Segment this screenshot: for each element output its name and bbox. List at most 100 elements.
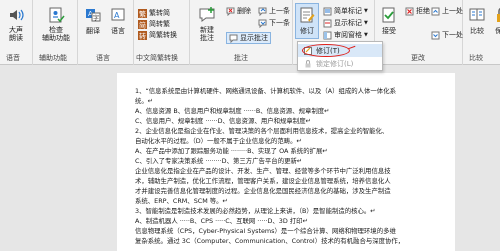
compare-group: 比较 保护 比较 [463, 0, 500, 65]
chevron-down-icon: ▼ [364, 32, 368, 38]
next-comment-button[interactable]: 下一条 [258, 18, 290, 28]
review-pane-button[interactable]: 审阅窗格 ▼ [323, 30, 368, 40]
lock-icon [305, 59, 311, 67]
next-change-label: 下一处 [442, 31, 463, 39]
to-simplified-label: 简转繁 [149, 20, 170, 28]
speaker-icon [10, 9, 24, 21]
next-comment-label: 下一条 [269, 19, 290, 27]
reject-icon [405, 7, 414, 15]
new-comment-label: 新建 批注 [200, 26, 214, 42]
speech-group-label: 语音 [6, 54, 20, 62]
track-changes-button[interactable]: 修订 [295, 3, 319, 39]
chinese-conversion-group: 繁 繁转简 简 简转繁 转 简繁转换 中文简繁转换 [134, 0, 190, 65]
doc-line: 信息物理系统（CPS，Cyber-Physical Systems）是一个综合计… [135, 227, 396, 235]
chevron-down-icon: ▼ [364, 8, 368, 14]
previous-comment-button[interactable]: 上一条 [258, 6, 290, 16]
doc-line: 2、企业信息化是指企业在作业、管理决策的各个层面利用信息技术，提高企业的智能化、 [135, 127, 389, 135]
language-button[interactable]: A 语言 [106, 6, 130, 36]
accessibility-check-icon [49, 7, 65, 23]
show-comments-icon [229, 34, 238, 43]
svg-text:简: 简 [139, 20, 146, 29]
doc-line: A、信息资源 B、信息用户和规章制度 ······B、信息资源、规章制度↵ [135, 107, 330, 115]
doc-line: 3、智能制造是制造技术发展的必然趋势，从理论上来讲，（B）是智能制造的核心。↵ [135, 207, 376, 215]
new-comment-button[interactable]: 新建 批注 [194, 6, 220, 42]
speech-group: 大声 朗读 语音 [0, 0, 33, 65]
chinese-convert-button[interactable]: 转 简繁转换 [138, 30, 177, 40]
reject-label: 拒绝 [416, 7, 430, 15]
read-aloud-label: 大声 朗读 [9, 26, 23, 42]
to-simplified-button[interactable]: 简 简转繁 [138, 19, 170, 29]
markup-display-select[interactable]: 简单标记 ▼ [323, 6, 368, 16]
compare-label: 比较 [470, 27, 484, 35]
svg-text:字: 字 [93, 14, 99, 22]
markup-display-icon [323, 7, 332, 15]
compare-group-label: 比较 [469, 54, 483, 62]
doc-line: 复杂系统。通过 3C（Computer、Communication、Contro… [135, 237, 405, 245]
show-markup-label: 显示标记 [334, 19, 362, 27]
previous-change-button[interactable]: 上一处 [431, 6, 463, 16]
doc-line: 自动化水平的过程。（D）一般不属于企业信息化的范畴。↵ [135, 137, 302, 145]
show-markup-button[interactable]: 显示标记 ▼ [323, 18, 368, 28]
review-pane-icon [323, 31, 332, 39]
doc-line: 术，辅助生产制造，优化工作流程，管理客户关系，建设企业信息管理系统，培养信息化人 [135, 177, 391, 185]
show-comments-button[interactable]: 显示批注 [226, 32, 271, 44]
lock-tracking-menu-label: 锁定修订(L) [316, 59, 354, 68]
delete-comment-button[interactable]: 删除 [226, 6, 251, 16]
language-label: 语言 [111, 27, 125, 35]
review-ribbon: 大声 朗读 语音 检查 辅助功能 辅助功能 A字 翻译 A 语言 语言 繁 繁转… [0, 0, 500, 65]
doc-line: C、信息用户、规章制度 ······D、信息资源、用户和规章制度↵ [135, 117, 311, 125]
translate-icon: A字 [86, 9, 101, 22]
convert-icon: 转 [138, 30, 147, 40]
delete-comment-label: 删除 [237, 7, 251, 15]
previous-change-icon [431, 7, 440, 15]
changes-group: 接受 拒绝 上一处 下一处 更改 [375, 0, 463, 65]
markup-display-value: 简单标记 [334, 7, 362, 15]
language-icon: A [111, 8, 125, 21]
to-traditional-button[interactable]: 繁 繁转简 [138, 8, 170, 18]
doc-line: 才并建设完善信息化管理制度的过程。企业信息化是国民经济信息化的基础，涉及生产制造 [135, 187, 391, 195]
chevron-down-icon: ▼ [364, 20, 368, 26]
to-traditional-label: 繁转简 [149, 9, 170, 17]
doc-line: 企业信息化是指企业在产品的设计、开发、生产、管理、经营等多个环节中广泛利用信息技 [135, 167, 391, 175]
document-page[interactable]: 1、“信息系统是由计算机硬件、网络通讯设备、计算机软件、以及（A）组成的人体一体… [117, 73, 455, 251]
doc-line: 1、“信息系统是由计算机硬件、网络通讯设备、计算机软件、以及（A）组成的人体一体… [135, 87, 396, 95]
changes-group-label: 更改 [411, 54, 425, 62]
compare-button[interactable]: 比较 [465, 6, 489, 36]
language-group: A字 翻译 A 语言 语言 [78, 0, 134, 65]
doc-line: A、制造机器人 ·····B、CPS ·····C、互联网 ·····D、3D … [135, 217, 308, 225]
review-pane-label: 审阅窗格 [334, 31, 362, 39]
lock-tracking-menu-item[interactable]: 锁定修订(L) [298, 57, 382, 70]
protect-label: 保护 [495, 27, 500, 35]
protect-button[interactable]: 保护 [491, 6, 500, 36]
doc-line: 系统、ERP、CRM、SCM 等。↵ [135, 197, 228, 205]
check-accessibility-button[interactable]: 检查 辅助功能 [39, 6, 73, 42]
previous-change-label: 上一处 [442, 7, 463, 15]
read-aloud-button[interactable]: 大声 朗读 [3, 6, 29, 42]
doc-line: A、在产品中添加了跟踪服务功能 ········B、实现了 OA 系统的扩展↵ [135, 147, 328, 155]
next-change-button[interactable]: 下一处 [431, 30, 463, 40]
next-comment-icon [258, 19, 267, 28]
lock-icon [497, 7, 500, 22]
previous-comment-icon [258, 7, 267, 16]
reject-button[interactable]: 拒绝 [405, 6, 430, 16]
doc-line: 统。↵ [135, 97, 154, 105]
previous-comment-label: 上一条 [269, 7, 290, 15]
translate-button[interactable]: A字 翻译 [82, 6, 104, 36]
accept-label: 接受 [382, 27, 396, 35]
comments-group-label: 批注 [234, 54, 248, 62]
language-group-label: 语言 [96, 54, 110, 62]
delete-comment-icon [226, 7, 235, 16]
doc-line: C、引入了专家决策系统 ········D、第三方广告平台的更新↵ [135, 157, 303, 165]
translate-label: 翻译 [86, 27, 100, 35]
accept-icon [382, 7, 395, 23]
show-comments-label: 显示批注 [240, 34, 268, 42]
track-changes-icon [300, 7, 315, 23]
chinese-conversion-group-label: 中文简繁转换 [136, 54, 178, 62]
accept-button[interactable]: 接受 [377, 6, 401, 36]
svg-text:转: 转 [139, 31, 146, 40]
simplified-icon: 简 [138, 19, 147, 29]
comments-group: 新建 批注 删除 上一条 下一条 显示批注 批注 [190, 0, 293, 65]
track-changes-label: 修订 [300, 27, 314, 35]
compare-icon [469, 8, 485, 21]
traditional-icon: 繁 [138, 8, 147, 18]
